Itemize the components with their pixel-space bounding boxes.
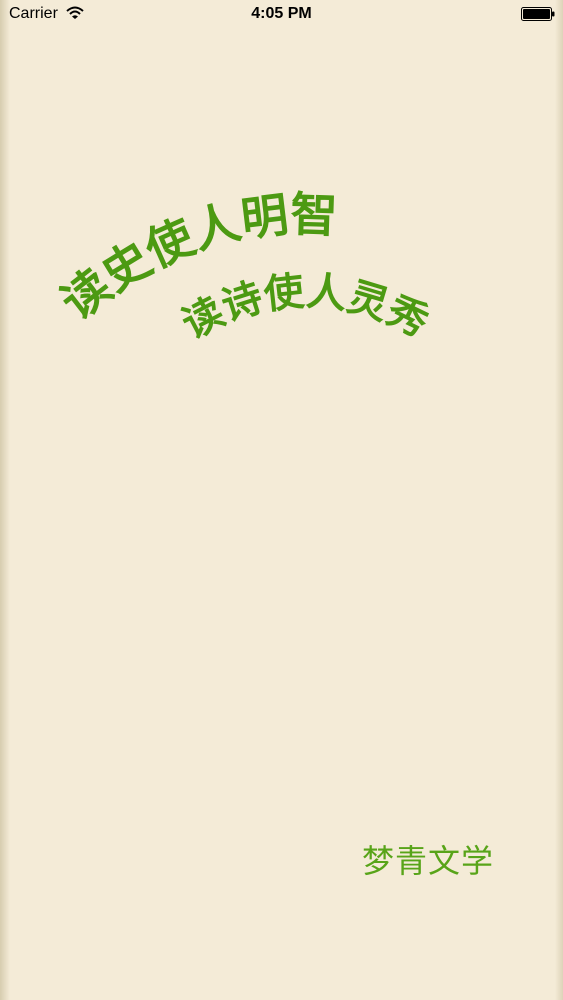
brand-name: 梦青文学 [362,842,495,880]
motto-line-poetry-path: 读诗使人灵秀 [175,268,435,348]
splash-screen: Carrier 4:05 PM 读史使人明智 读诗使人灵秀 梦青文学 [0,0,563,1000]
motto-line-poetry: 读诗使人灵秀 [175,268,435,348]
